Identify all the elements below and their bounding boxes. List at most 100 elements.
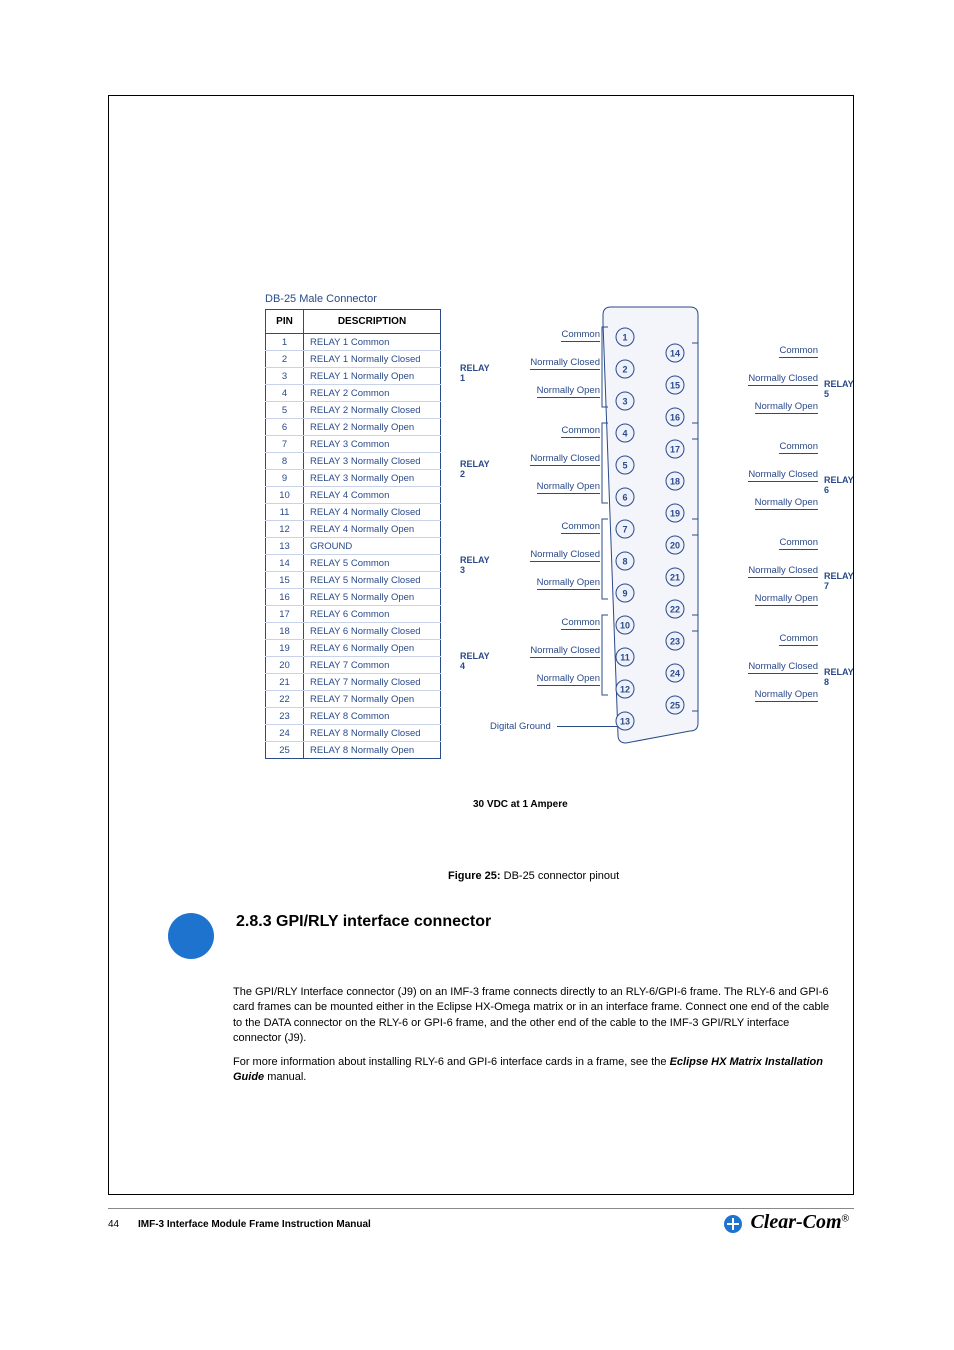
pin-number-cell: 25 xyxy=(266,742,304,759)
pin-desc-cell: RELAY 7 Normally Closed xyxy=(304,674,441,691)
pin-number-cell: 12 xyxy=(266,521,304,538)
svg-text:17: 17 xyxy=(670,445,680,455)
contact-label: Common xyxy=(779,345,818,356)
pin-desc-cell: RELAY 1 Normally Closed xyxy=(304,351,441,368)
pin-number-cell: 17 xyxy=(266,606,304,623)
pin-desc-cell: RELAY 7 Common xyxy=(304,657,441,674)
relay-label: RELAY 7 xyxy=(824,571,854,591)
svg-text:2: 2 xyxy=(622,365,627,375)
pin-number-cell: 21 xyxy=(266,674,304,691)
pin-number-cell: 24 xyxy=(266,725,304,742)
contact-label: Normally Open xyxy=(500,385,600,396)
table-header-desc: DESCRIPTION xyxy=(304,310,441,334)
pin-number-cell: 18 xyxy=(266,623,304,640)
pin-desc-cell: RELAY 4 Normally Closed xyxy=(304,504,441,521)
pin-desc-cell: RELAY 6 Normally Closed xyxy=(304,623,441,640)
pin-number-cell: 7 xyxy=(266,436,304,453)
relay-label: RELAY 5 xyxy=(824,379,854,399)
digital-ground-label: Digital Ground xyxy=(490,721,617,732)
section-marker-dot-icon xyxy=(168,913,214,959)
pin-number-cell: 3 xyxy=(266,368,304,385)
pin-desc-cell: RELAY 3 Normally Closed xyxy=(304,453,441,470)
pin-desc-cell: RELAY 8 Normally Open xyxy=(304,742,441,759)
table-row: 17RELAY 6 Common xyxy=(266,606,441,623)
contact-label: Normally Closed xyxy=(500,453,600,464)
figure-caption-region: Figure 25: DB-25 connector pinout 2.8.3 … xyxy=(108,870,854,950)
pin-number-cell: 22 xyxy=(266,691,304,708)
pin-desc-cell: RELAY 8 Normally Closed xyxy=(304,725,441,742)
contact-label: Normally Open xyxy=(500,673,600,684)
pin-desc-cell: RELAY 7 Normally Open xyxy=(304,691,441,708)
relay-label: RELAY 6 xyxy=(824,475,854,495)
pin-number-cell: 23 xyxy=(266,708,304,725)
table-row: 6RELAY 2 Normally Open xyxy=(266,419,441,436)
table-row: 3RELAY 1 Normally Open xyxy=(266,368,441,385)
contact-label: Normally Open xyxy=(755,689,818,700)
contact-label: Normally Open xyxy=(500,481,600,492)
pin-number-cell: 8 xyxy=(266,453,304,470)
svg-text:20: 20 xyxy=(670,541,680,551)
contact-label: Normally Closed xyxy=(500,549,600,560)
svg-text:12: 12 xyxy=(620,685,630,695)
contact-label: Common xyxy=(779,633,818,644)
table-row: 22RELAY 7 Normally Open xyxy=(266,691,441,708)
svg-text:18: 18 xyxy=(670,477,680,487)
table-row: 20RELAY 7 Common xyxy=(266,657,441,674)
contact-label: Normally Open xyxy=(755,401,818,412)
contact-label: Common xyxy=(779,441,818,452)
pin-number-cell: 16 xyxy=(266,589,304,606)
relay-label: RELAY 2 xyxy=(460,459,490,479)
svg-text:3: 3 xyxy=(622,397,627,407)
contact-label: Normally Closed xyxy=(748,661,818,672)
footer-doc-title: IMF-3 Interface Module Frame Instruction… xyxy=(138,1219,371,1230)
table-row: 2RELAY 1 Normally Closed xyxy=(266,351,441,368)
relay-label: RELAY 1 xyxy=(460,363,490,383)
svg-text:1: 1 xyxy=(622,333,627,343)
svg-text:5: 5 xyxy=(622,461,627,471)
pin-desc-cell: RELAY 1 Common xyxy=(304,334,441,351)
pin-desc-cell: RELAY 4 Common xyxy=(304,487,441,504)
pin-desc-cell: RELAY 3 Normally Open xyxy=(304,470,441,487)
contact-label: Normally Closed xyxy=(500,357,600,368)
body-paragraph-1: The GPI/RLY Interface connector (J9) on … xyxy=(233,985,839,1047)
pin-desc-cell: RELAY 1 Normally Open xyxy=(304,368,441,385)
connector-diagram: 12345678910111213 1415161718192021222324… xyxy=(460,303,852,758)
table-row: 24RELAY 8 Normally Closed xyxy=(266,725,441,742)
table-row: 21RELAY 7 Normally Closed xyxy=(266,674,441,691)
contact-label: Common xyxy=(500,617,600,628)
table-row: 25RELAY 8 Normally Open xyxy=(266,742,441,759)
pin-number-cell: 14 xyxy=(266,555,304,572)
relay-label: RELAY 4 xyxy=(460,651,490,671)
figure-caption: Figure 25: DB-25 connector pinout xyxy=(448,870,619,882)
svg-text:24: 24 xyxy=(670,669,680,679)
pin-desc-cell: RELAY 6 Normally Open xyxy=(304,640,441,657)
table-row: 5RELAY 2 Normally Closed xyxy=(266,402,441,419)
table-row: 7RELAY 3 Common xyxy=(266,436,441,453)
svg-text:11: 11 xyxy=(620,653,630,663)
pin-number-cell: 15 xyxy=(266,572,304,589)
svg-text:25: 25 xyxy=(670,701,680,711)
pin-number-cell: 11 xyxy=(266,504,304,521)
brand-logo-icon xyxy=(724,1215,742,1233)
figure-container: DB-25 Male Connector PIN DESCRIPTION 1RE… xyxy=(265,293,854,818)
contact-label: Normally Open xyxy=(500,577,600,588)
pin-desc-cell: RELAY 2 Common xyxy=(304,385,441,402)
svg-text:6: 6 xyxy=(622,493,627,503)
contact-label: Normally Closed xyxy=(748,373,818,384)
table-row: 18RELAY 6 Normally Closed xyxy=(266,623,441,640)
table-row: 9RELAY 3 Normally Open xyxy=(266,470,441,487)
contact-label: Normally Closed xyxy=(748,469,818,480)
svg-text:16: 16 xyxy=(670,413,680,423)
contact-label: Normally Open xyxy=(755,593,818,604)
contact-label: Common xyxy=(500,521,600,532)
relay-label: RELAY 3 xyxy=(460,555,490,575)
table-row: 23RELAY 8 Common xyxy=(266,708,441,725)
pin-desc-cell: RELAY 2 Normally Closed xyxy=(304,402,441,419)
page-number: 44 xyxy=(108,1219,119,1230)
body-paragraph-2: For more information about installing RL… xyxy=(233,1055,839,1086)
pin-desc-cell: RELAY 6 Common xyxy=(304,606,441,623)
pin-desc-cell: GROUND xyxy=(304,538,441,555)
contact-label: Common xyxy=(500,329,600,340)
svg-text:4: 4 xyxy=(622,429,627,439)
contact-label: Common xyxy=(779,537,818,548)
